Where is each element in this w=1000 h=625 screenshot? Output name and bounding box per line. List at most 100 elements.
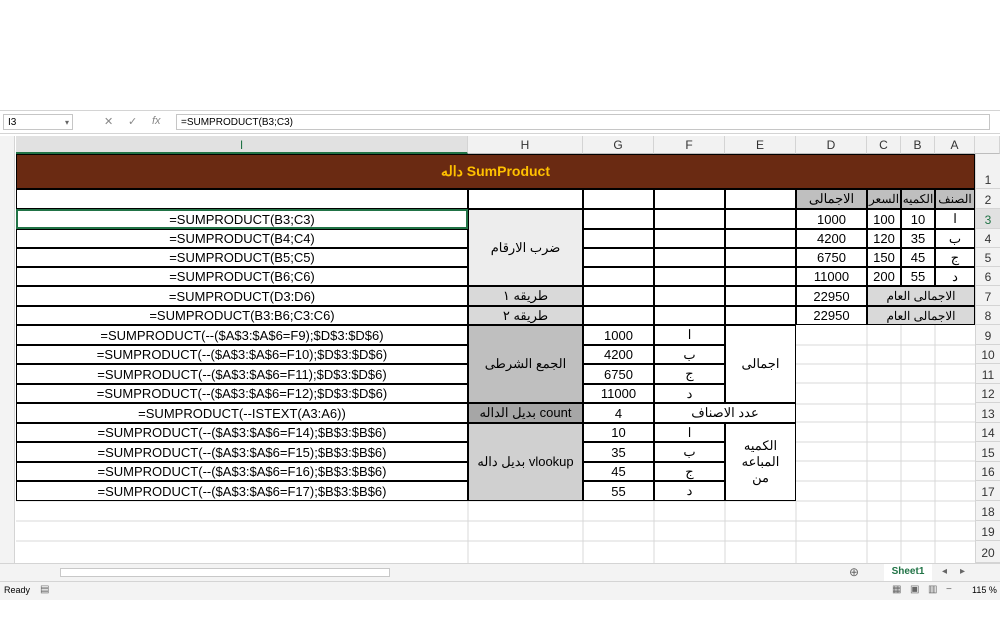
macro-record-icon[interactable]: ▤ xyxy=(40,584,49,595)
cell-e6[interactable] xyxy=(725,267,796,286)
qty-sold-value[interactable]: 10 xyxy=(583,423,654,442)
formula-cell[interactable]: =SUMPRODUCT(B4;C4) xyxy=(16,229,468,248)
formula-cell[interactable]: =SUMPRODUCT(--($A$3:$A$6=F16);$B$3:$B$6) xyxy=(16,462,468,481)
header-total[interactable]: الاجمالى xyxy=(796,189,867,209)
qty-sold-item[interactable]: ج xyxy=(654,462,725,481)
page-layout-icon[interactable]: ▣ xyxy=(910,584,919,595)
cancel-icon[interactable]: ✕ xyxy=(104,115,113,128)
row-header-selected[interactable]: 3 xyxy=(975,209,1000,229)
row-header[interactable]: 7 xyxy=(975,286,1000,306)
item-cell[interactable]: ب xyxy=(935,229,975,248)
cell-f5[interactable] xyxy=(654,248,725,267)
formula-cell[interactable]: =SUMPRODUCT(B3:B6;C3:C6) xyxy=(16,306,468,325)
formula-cell[interactable]: =SUMPRODUCT(--($A$3:$A$6=F10);$D$3:$D$6) xyxy=(16,345,468,364)
col-header-e[interactable]: E xyxy=(725,136,796,154)
cell-f6[interactable] xyxy=(654,267,725,286)
insert-function-icon[interactable]: fx xyxy=(152,115,161,127)
cell-e3[interactable] xyxy=(725,209,796,229)
formula-cell[interactable]: =SUMPRODUCT(--($A$3:$A$6=F9);$D$3:$D$6) xyxy=(16,325,468,345)
label-total[interactable]: اجمالى xyxy=(725,325,796,403)
formula-cell[interactable]: =SUMPRODUCT(--($A$3:$A$6=F15);$B$3:$B$6) xyxy=(16,442,468,462)
col-header-h[interactable]: H xyxy=(468,136,583,154)
label-conditional-sum[interactable]: الجمع الشرطى xyxy=(468,325,583,403)
header-item[interactable]: الصنف xyxy=(935,189,975,209)
qty-cell[interactable]: 10 xyxy=(901,209,935,229)
cond-item[interactable]: ب xyxy=(654,345,725,364)
row-header[interactable]: 11 xyxy=(975,364,1000,384)
row-header[interactable]: 5 xyxy=(975,248,1000,267)
row-header[interactable]: 15 xyxy=(975,442,1000,462)
cond-value[interactable]: 1000 xyxy=(583,325,654,345)
col-header-f[interactable]: F xyxy=(654,136,725,154)
cell-g2[interactable] xyxy=(583,189,654,209)
cell-e7[interactable] xyxy=(725,286,796,306)
zoom-out-icon[interactable]: − xyxy=(946,584,952,595)
label-vlookup-alt[interactable]: بديل داله vlookup xyxy=(468,423,583,501)
col-header-d[interactable]: D xyxy=(796,136,867,154)
price-cell[interactable]: 120 xyxy=(867,229,901,248)
grand-total-label-1[interactable]: الاجمالى العام xyxy=(867,286,975,306)
header-price[interactable]: السعر xyxy=(867,189,901,209)
cell-e4[interactable] xyxy=(725,229,796,248)
normal-view-icon[interactable]: ▦ xyxy=(892,584,901,595)
cond-item[interactable]: ا xyxy=(654,325,725,345)
row-header[interactable]: 10 xyxy=(975,345,1000,364)
formula-cell[interactable]: =SUMPRODUCT(--($A$3:$A$6=F14);$B$3:$B$6) xyxy=(16,423,468,442)
cell-i2[interactable] xyxy=(16,189,468,209)
qty-sold-item[interactable]: ب xyxy=(654,442,725,462)
cond-item[interactable]: د xyxy=(654,384,725,403)
sheet-title[interactable]: داله SumProduct xyxy=(16,154,975,189)
name-box[interactable]: I3 ▾ xyxy=(3,114,73,130)
header-qty[interactable]: الكميه xyxy=(901,189,935,209)
tab-scroll-icon[interactable]: ▸ xyxy=(960,566,965,577)
label-method2[interactable]: طريقه ٢ xyxy=(468,306,583,325)
row-header[interactable]: 13 xyxy=(975,403,1000,423)
cell-f7[interactable] xyxy=(654,286,725,306)
row-header[interactable]: 1 xyxy=(975,154,1000,189)
cell-e5[interactable] xyxy=(725,248,796,267)
cond-value[interactable]: 4200 xyxy=(583,345,654,364)
row-header[interactable]: 16 xyxy=(975,462,1000,481)
qty-sold-value[interactable]: 35 xyxy=(583,442,654,462)
row-header[interactable]: 20 xyxy=(975,541,1000,563)
cell-e2[interactable] xyxy=(725,189,796,209)
total-cell[interactable]: 4200 xyxy=(796,229,867,248)
formula-cell[interactable]: =SUMPRODUCT(--($A$3:$A$6=F11);$D$3:$D$6) xyxy=(16,364,468,384)
row-header[interactable]: 4 xyxy=(975,229,1000,248)
label-count-alt[interactable]: بديل الداله count xyxy=(468,403,583,423)
item-cell[interactable]: ا xyxy=(935,209,975,229)
row-header[interactable]: 6 xyxy=(975,267,1000,286)
formula-cell-selected[interactable]: =SUMPRODUCT(B3;C3) xyxy=(16,209,468,229)
label-qty-sold[interactable]: الكميه المباعه من xyxy=(725,423,796,501)
col-header-i[interactable]: I xyxy=(16,136,468,154)
cell-h2[interactable] xyxy=(468,189,583,209)
cell-e8[interactable] xyxy=(725,306,796,325)
col-header-a[interactable]: A xyxy=(935,136,975,154)
formula-cell[interactable]: =SUMPRODUCT(--($A$3:$A$6=F12);$D$3:$D$6) xyxy=(16,384,468,403)
qty-cell[interactable]: 35 xyxy=(901,229,935,248)
total-cell[interactable]: 11000 xyxy=(796,267,867,286)
cond-item[interactable]: ج xyxy=(654,364,725,384)
grand-total-1[interactable]: 22950 xyxy=(796,286,867,306)
row-header[interactable]: 14 xyxy=(975,423,1000,442)
cond-value[interactable]: 11000 xyxy=(583,384,654,403)
count-value[interactable]: 4 xyxy=(583,403,654,423)
cell-f8[interactable] xyxy=(654,306,725,325)
cell-f4[interactable] xyxy=(654,229,725,248)
enter-icon[interactable]: ✓ xyxy=(128,115,137,128)
col-header-b[interactable]: B xyxy=(901,136,935,154)
row-header[interactable]: 2 xyxy=(975,189,1000,209)
row-header[interactable]: 19 xyxy=(975,521,1000,541)
price-cell[interactable]: 200 xyxy=(867,267,901,286)
label-item-count[interactable]: عدد الاصناف xyxy=(654,403,796,423)
cell-g7[interactable] xyxy=(583,286,654,306)
add-sheet-icon[interactable]: ⊕ xyxy=(849,565,859,579)
qty-cell[interactable]: 55 xyxy=(901,267,935,286)
page-break-icon[interactable]: ▥ xyxy=(928,584,937,595)
price-cell[interactable]: 100 xyxy=(867,209,901,229)
row-header[interactable]: 8 xyxy=(975,306,1000,325)
cond-value[interactable]: 6750 xyxy=(583,364,654,384)
formula-cell[interactable]: =SUMPRODUCT(D3:D6) xyxy=(16,286,468,306)
item-cell[interactable]: ج xyxy=(935,248,975,267)
label-multiply[interactable]: ضرب الارقام xyxy=(468,209,583,286)
